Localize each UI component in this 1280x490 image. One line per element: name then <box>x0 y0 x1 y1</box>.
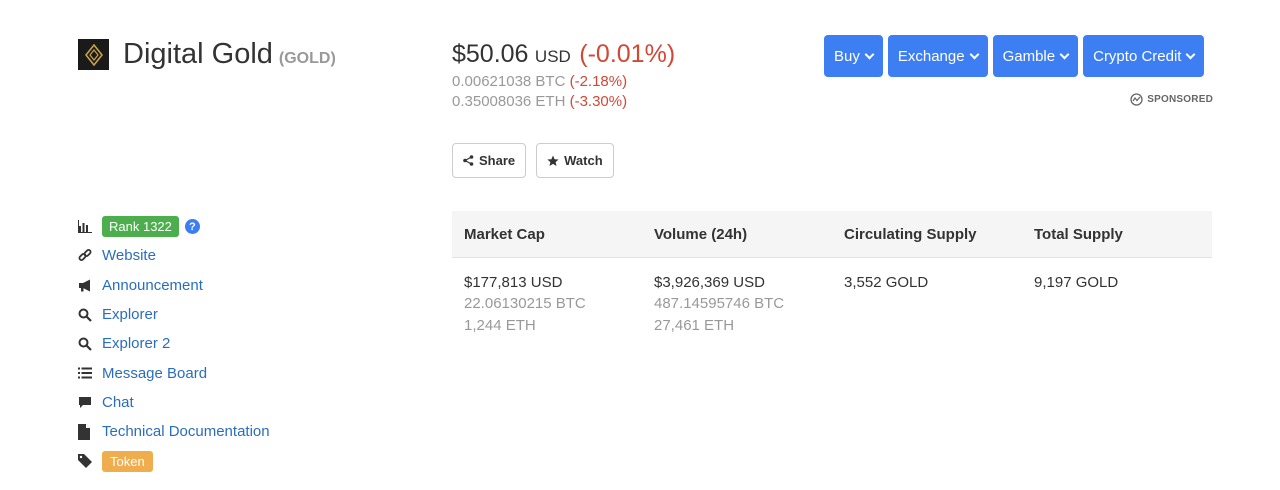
coin-logo <box>78 39 109 70</box>
chevron-down-icon <box>1059 49 1070 59</box>
chevron-down-icon <box>1186 49 1196 59</box>
link-icon <box>78 248 102 263</box>
stats-table: Market Cap Volume (24h) Circulating Supp… <box>452 211 1212 337</box>
price-currency: USD <box>534 47 571 66</box>
eth-price: 0.35008036 ETH <box>452 93 566 110</box>
chat-icon <box>78 396 102 409</box>
stats-body-row: $177,813 USD 22.06130215 BTC 1,244 ETH $… <box>452 258 1212 337</box>
market-cap-eth: 1,244 ETH <box>464 317 536 334</box>
sponsored-label[interactable]: SPONSORED <box>1130 93 1213 106</box>
gamble-label: Gamble <box>1002 47 1056 65</box>
exchange-label: Exchange <box>897 47 965 65</box>
btc-price-row: 0.00621038 BTC (-2.18%) <box>452 73 675 90</box>
search-icon <box>78 308 102 322</box>
sidebar-item-announcement[interactable]: Announcement <box>78 271 270 300</box>
exchange-button[interactable]: Exchange <box>887 35 988 77</box>
circulating-supply-header: Circulating Supply <box>844 225 977 243</box>
share-button[interactable]: Share <box>452 143 527 178</box>
volume-cell: $3,926,369 USD 487.14595746 BTC 27,461 E… <box>642 272 832 337</box>
rank-badge: Rank 1322 <box>102 216 179 238</box>
sponsor-logo-icon <box>1130 93 1143 106</box>
tag-icon <box>78 454 102 469</box>
rank-row: Rank 1322 ? <box>78 212 270 241</box>
total-supply-cell: 9,197 GOLD <box>1022 272 1212 337</box>
market-cap-header: Market Cap <box>464 225 545 243</box>
coin-name: Digital Gold <box>123 38 273 70</box>
stats-header-row: Market Cap Volume (24h) Circulating Supp… <box>452 211 1212 258</box>
buy-button[interactable]: Buy <box>824 35 883 77</box>
btc-change: (-2.18%) <box>569 73 628 90</box>
price-block: $50.06 USD (-0.01%) 0.00621038 BTC (-2.1… <box>452 40 675 110</box>
chevron-down-icon <box>969 49 980 59</box>
sidebar-item-message-board[interactable]: Message Board <box>78 358 270 387</box>
explorer-2-link[interactable]: Explorer 2 <box>102 335 170 352</box>
eth-change: (-3.30%) <box>569 93 628 110</box>
price-value: $50.06 <box>452 40 529 68</box>
coin-symbol: (GOLD) <box>278 49 336 67</box>
crypto-credit-button[interactable]: Crypto Credit <box>1083 35 1205 77</box>
document-icon <box>78 423 102 440</box>
circulating-supply-cell: 3,552 GOLD <box>832 272 1022 337</box>
market-cap-usd: $177,813 USD <box>464 274 563 291</box>
total-supply-value: 9,197 GOLD <box>1034 274 1119 291</box>
sidebar-item-chat[interactable]: Chat <box>78 388 270 417</box>
crypto-credit-label: Crypto Credit <box>1093 47 1182 65</box>
announcement-link[interactable]: Announcement <box>102 277 203 294</box>
bar-chart-icon <box>78 220 102 234</box>
buy-label: Buy <box>834 47 860 65</box>
gamble-button[interactable]: Gamble <box>992 35 1079 77</box>
volume-eth: 27,461 ETH <box>654 317 735 334</box>
btc-price: 0.00621038 BTC <box>452 73 566 90</box>
circulating-supply-value: 3,552 GOLD <box>844 274 929 291</box>
bullhorn-icon <box>78 279 102 292</box>
website-link[interactable]: Website <box>102 247 156 264</box>
share-label: Share <box>479 153 516 168</box>
sponsored-text: SPONSORED <box>1147 94 1213 105</box>
list-icon <box>78 367 102 379</box>
sidebar-item-website[interactable]: Website <box>78 241 270 270</box>
tag-row: Token <box>78 446 270 475</box>
watch-label: Watch <box>564 153 603 168</box>
eth-price-row: 0.35008036 ETH (-3.30%) <box>452 93 675 110</box>
sidebar-item-technical-documentation[interactable]: Technical Documentation <box>78 417 270 446</box>
volume-btc: 487.14595746 BTC <box>654 295 785 312</box>
chevron-down-icon <box>864 49 875 59</box>
token-badge: Token <box>102 450 153 472</box>
search-icon <box>78 337 102 351</box>
action-buttons: Share Watch <box>452 143 614 178</box>
star-icon <box>547 155 559 166</box>
price-change: (-0.01%) <box>579 40 676 68</box>
sidebar-item-explorer[interactable]: Explorer <box>78 300 270 329</box>
share-icon <box>463 155 474 166</box>
coin-links: Rank 1322 ? Website Announcement Explore… <box>78 212 270 476</box>
chat-link[interactable]: Chat <box>102 394 134 411</box>
sidebar-item-explorer-2[interactable]: Explorer 2 <box>78 329 270 358</box>
help-icon[interactable]: ? <box>184 219 200 235</box>
watch-button[interactable]: Watch <box>536 143 614 178</box>
total-supply-header: Total Supply <box>1034 225 1123 243</box>
coin-header: Digital Gold (GOLD) <box>78 38 336 71</box>
market-cap-btc: 22.06130215 BTC <box>464 295 586 312</box>
message-board-link[interactable]: Message Board <box>102 365 207 382</box>
explorer-link[interactable]: Explorer <box>102 306 158 323</box>
top-buttons: Buy Exchange Gamble Crypto Credit <box>824 35 1205 77</box>
technical-documentation-link[interactable]: Technical Documentation <box>102 423 270 440</box>
volume-header: Volume (24h) <box>654 225 748 243</box>
market-cap-cell: $177,813 USD 22.06130215 BTC 1,244 ETH <box>452 272 642 337</box>
volume-usd: $3,926,369 USD <box>654 274 765 291</box>
